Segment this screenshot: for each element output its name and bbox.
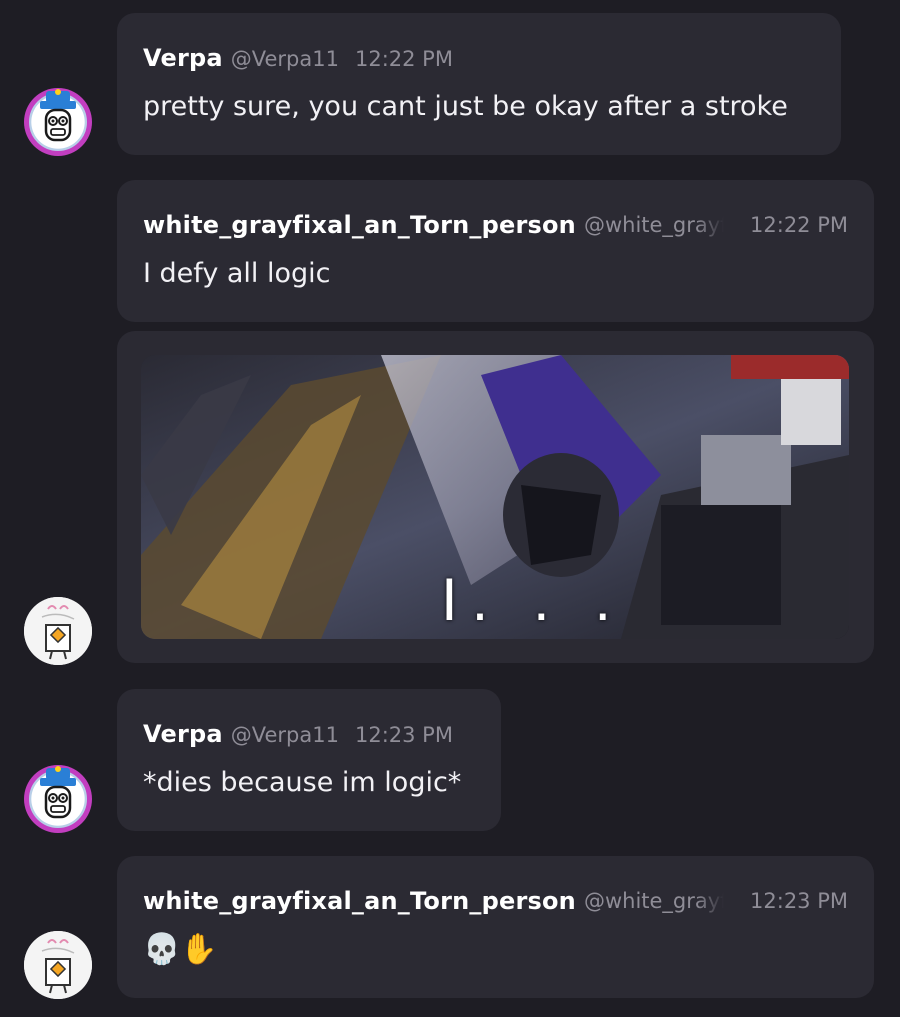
message-header: Verpa @Verpa11 12:23 PM bbox=[143, 719, 453, 750]
verpa-avatar-icon bbox=[25, 766, 91, 832]
gif-image[interactable]: I. . . bbox=[141, 355, 849, 639]
white-grayfixal-avatar[interactable] bbox=[24, 931, 92, 999]
author-handle: @Verpa11 bbox=[230, 723, 339, 747]
chat-view: Verpa @Verpa11 12:22 PM pretty sure, you c… bbox=[0, 0, 900, 1017]
author-handle: @white_grayf bbox=[583, 889, 724, 913]
author-name[interactable]: white_grayfixal_an_Torn_person bbox=[143, 211, 576, 239]
white-grayfixal-avatar-icon bbox=[24, 931, 92, 999]
message-bubble[interactable]: Verpa @Verpa11 12:22 PM pretty sure, you c… bbox=[117, 13, 841, 155]
message-text: I defy all logic bbox=[143, 258, 331, 289]
message-time: 12:23 PM bbox=[750, 889, 848, 913]
message-time: 12:22 PM bbox=[354, 47, 453, 71]
author-name[interactable]: Verpa bbox=[143, 720, 223, 748]
gif-caption: I. . . bbox=[441, 566, 626, 633]
author-name[interactable]: white_grayfixal_an_Torn_person bbox=[143, 887, 576, 915]
verpa-avatar-icon bbox=[25, 89, 91, 155]
verpa-avatar[interactable] bbox=[24, 765, 92, 833]
message-header: white_grayfixal_an_Torn_person @white_gra… bbox=[143, 886, 724, 916]
message-time: 12:23 PM bbox=[354, 723, 453, 747]
gif-message-bubble[interactable]: I. . . bbox=[117, 331, 874, 663]
message-bubble[interactable]: white_grayfixal_an_Torn_person @white_gra… bbox=[117, 180, 874, 322]
verpa-avatar[interactable] bbox=[24, 88, 92, 156]
message-time: 12:22 PM bbox=[750, 213, 848, 237]
author-handle: @white_grayf bbox=[583, 213, 724, 237]
author-name[interactable]: Verpa bbox=[143, 44, 223, 72]
white-grayfixal-avatar-icon bbox=[24, 597, 92, 665]
message-text: *dies because im logic* bbox=[143, 767, 462, 798]
message-bubble[interactable]: Verpa @Verpa11 12:23 PM *dies because im l… bbox=[117, 689, 501, 831]
message-text: pretty sure, you cant just be okay after… bbox=[143, 91, 788, 122]
white-grayfixal-avatar[interactable] bbox=[24, 597, 92, 665]
message-header: Verpa @Verpa11 12:22 PM bbox=[143, 43, 453, 74]
message-bubble[interactable]: white_grayfixal_an_Torn_person @white_gra… bbox=[117, 856, 874, 998]
message-header: white_grayfixal_an_Torn_person @white_gra… bbox=[143, 210, 724, 240]
author-handle: @Verpa11 bbox=[230, 47, 339, 71]
message-text: 💀✋ bbox=[143, 932, 218, 967]
